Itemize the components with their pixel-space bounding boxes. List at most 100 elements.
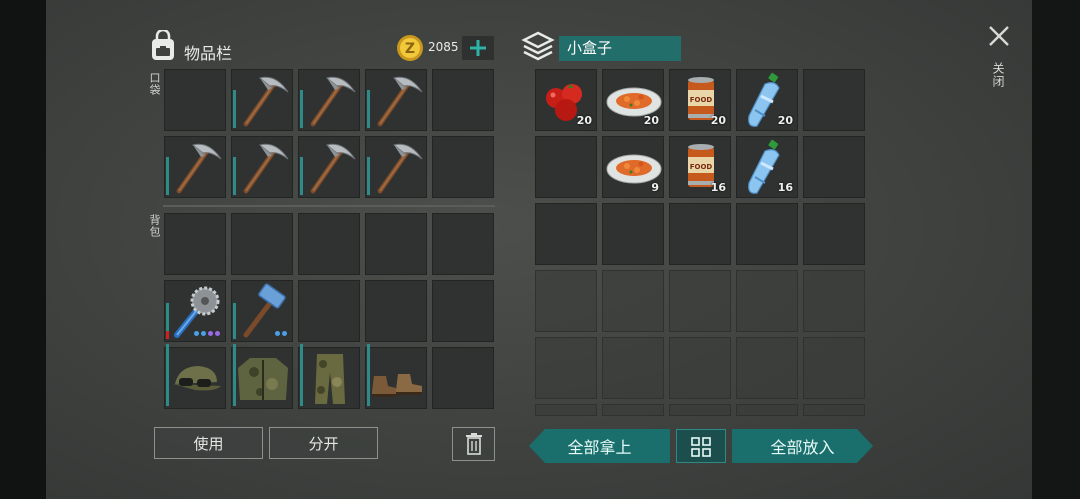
sort-button[interactable] [676,429,726,463]
pocket-slot-pickaxe[interactable] [298,69,360,131]
durability-bar [166,344,169,406]
container-slot-empty[interactable] [803,270,865,332]
upgrade-dots [194,331,220,336]
backpack-slot-camo-pants[interactable] [298,344,360,409]
container-slot-canned-food[interactable]: FOOD 20 [669,69,731,131]
pocket-slot-pickaxe[interactable] [365,69,427,131]
backpack-slot-boots[interactable] [365,344,427,409]
durability-bar [233,157,236,195]
container-slot-water-bottle[interactable]: 16 [736,136,798,198]
container-slot-empty[interactable] [803,136,865,198]
section-divider [163,205,495,207]
container-slot-empty[interactable] [535,337,597,399]
close-label[interactable]: 关闭 [990,62,1007,88]
pocket-slot-pickaxe[interactable] [231,136,293,198]
container-slot-empty[interactable] [535,136,597,198]
container-slot-empty[interactable] [669,337,731,399]
container-slot-empty[interactable] [669,270,731,332]
container-slot-empty[interactable] [602,404,664,416]
container-slot-empty[interactable] [535,404,597,416]
container-slot-empty[interactable] [535,270,597,332]
durability-bar [300,344,303,406]
pocket-slot-pickaxe[interactable] [365,136,427,198]
pocket-slot-pickaxe[interactable] [231,69,293,131]
close-icon[interactable] [988,25,1010,47]
container-slot-empty[interactable] [736,203,798,265]
backpack-slot-cap-goggles[interactable] [164,344,226,409]
plus-icon [470,40,486,56]
container-slot-empty[interactable] [736,404,798,416]
pickaxe-icon [310,143,356,194]
pocket-slot-pickaxe[interactable] [164,136,226,198]
backpack-slot-saw-mace[interactable] [164,280,226,342]
container-slot-water-bottle[interactable]: 20 [736,69,798,131]
backpack-slot-empty[interactable] [365,280,427,342]
upgrade-dots [275,331,287,336]
container-slot-carrot-plate[interactable]: 20 [602,69,664,131]
item-count: 16 [777,181,793,194]
durability-bar [367,157,370,195]
container-slot-empty[interactable] [602,203,664,265]
durability-bar [233,344,236,406]
container-slot-tomatoes[interactable]: 20 [535,69,597,131]
container-slot-empty[interactable] [669,203,731,265]
camo-pants-icon [315,354,345,404]
split-button[interactable]: 分开 [269,427,378,459]
durability-bar [166,157,169,195]
trash-button[interactable] [452,427,495,461]
trash-icon [465,433,482,455]
put-all-button[interactable]: 全部放入 [732,429,873,463]
coin-balance: 2085 [428,40,459,54]
container-slot-empty[interactable] [602,270,664,332]
durability-bar [300,157,303,195]
container-slot-canned-food[interactable]: FOOD 16 [669,136,731,198]
durability-bar [367,344,370,406]
container-slot-empty[interactable] [803,69,865,131]
pocket-slot-empty[interactable] [164,69,226,131]
container-slot-empty[interactable] [535,203,597,265]
camo-jacket-icon [238,358,288,400]
item-count: 20 [710,114,726,127]
container-slot-empty[interactable] [803,203,865,265]
durability-bar [233,303,236,339]
pickaxe-icon [243,143,289,194]
pocket-slot-pickaxe[interactable] [298,136,360,198]
container-slot-empty[interactable] [803,337,865,399]
backpack-slot-empty[interactable] [432,213,494,275]
backpack-slot-empty[interactable] [231,213,293,275]
box-icon [521,31,555,61]
pickaxe-icon [377,76,423,127]
container-slot-carrot-plate[interactable]: 9 [602,136,664,198]
add-coins-button[interactable] [462,36,494,60]
backpack-slot-empty[interactable] [432,280,494,342]
backpack-label: 背包 [148,214,161,238]
backpack-slot-camo-jacket[interactable] [231,344,293,409]
container-slot-empty[interactable] [803,404,865,416]
svg-text:FOOD: FOOD [690,96,713,104]
backpack-slot-empty[interactable] [365,213,427,275]
cap-goggles-icon [173,366,221,391]
durability-bar [166,303,169,339]
backpack-slot-sledgehammer[interactable] [231,280,293,342]
container-name-field[interactable]: 小盒子 [559,36,681,61]
pocket-slot-empty[interactable] [432,69,494,131]
pocket-label: 口袋 [148,72,161,96]
backpack-slot-empty[interactable] [164,213,226,275]
backpack-slot-empty[interactable] [432,347,494,409]
container-slot-empty[interactable] [669,404,731,416]
container-slot-empty[interactable] [736,270,798,332]
container-slot-empty[interactable] [602,337,664,399]
backpack-slot-empty[interactable] [298,213,360,275]
svg-text:Z: Z [405,41,415,57]
container-slot-empty[interactable] [736,337,798,399]
svg-text:FOOD: FOOD [690,163,713,171]
pickaxe-icon [176,143,222,194]
use-button[interactable]: 使用 [154,427,263,459]
pocket-slot-empty[interactable] [432,136,494,198]
pickaxe-icon [310,76,356,127]
take-all-button[interactable]: 全部拿上 [529,429,670,463]
pickaxe-icon [243,76,289,127]
grid-icon [691,437,711,457]
boots-icon [372,374,422,397]
backpack-slot-empty[interactable] [298,280,360,342]
